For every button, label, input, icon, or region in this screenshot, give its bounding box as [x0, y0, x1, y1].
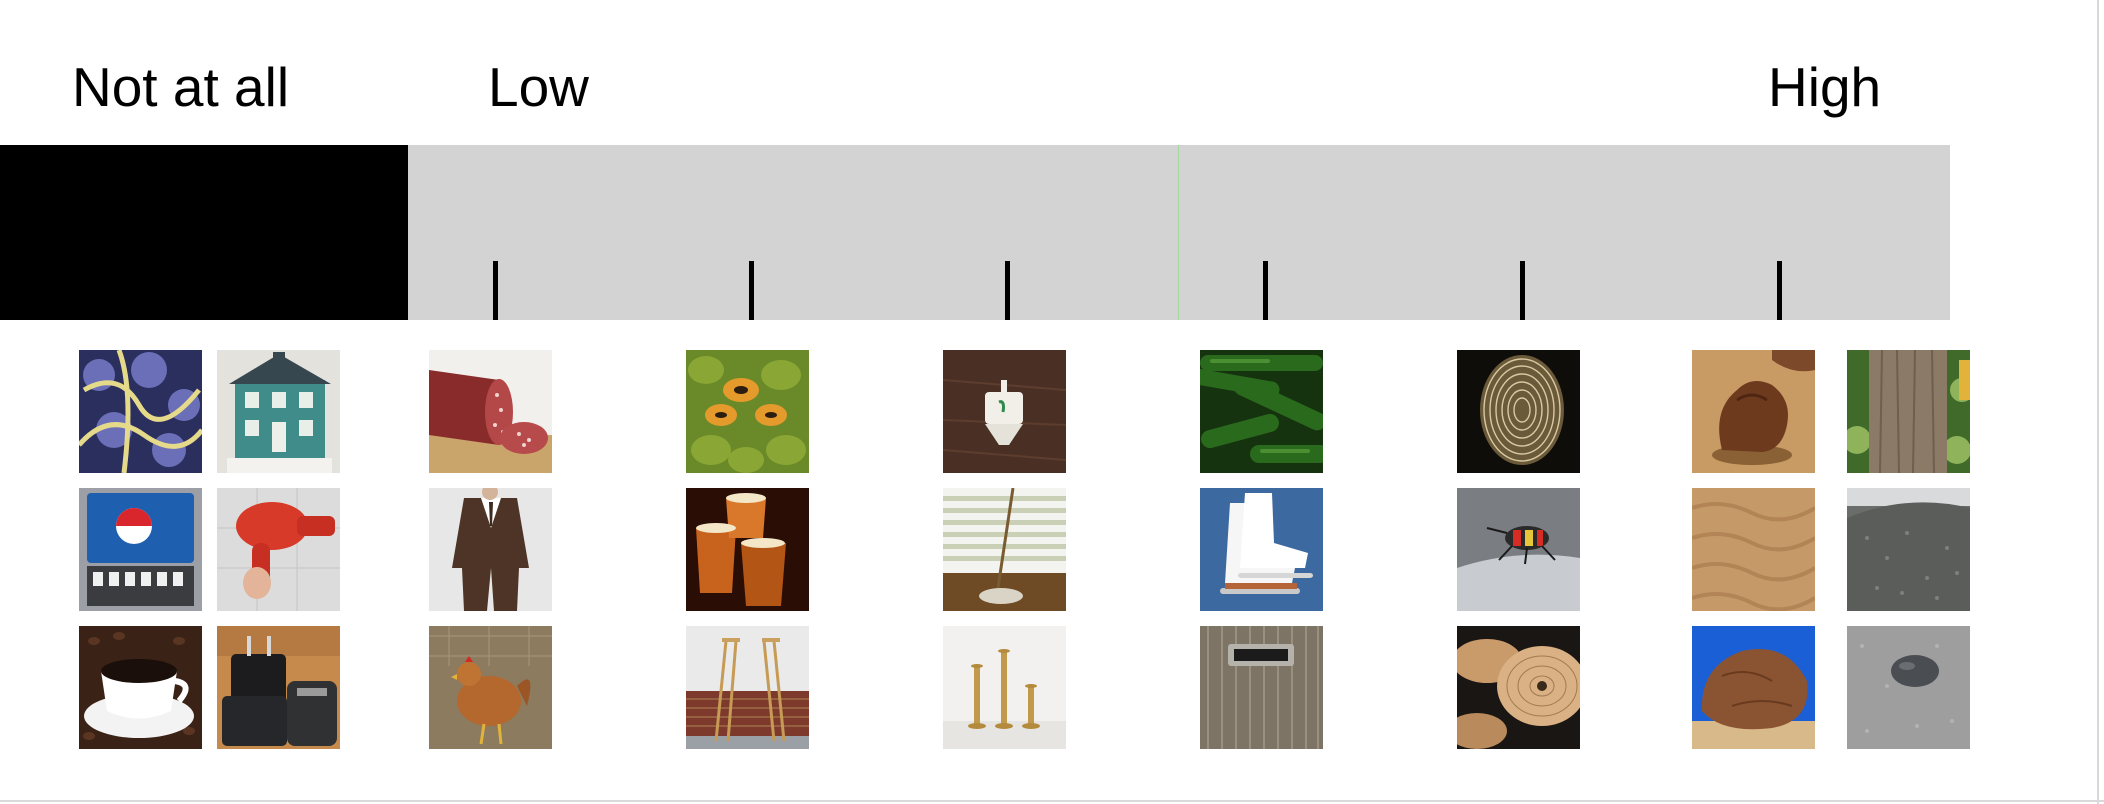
scale-tick [749, 261, 754, 320]
image-window-blinds[interactable] [943, 488, 1066, 611]
scale-tick [1005, 261, 1010, 320]
image-crutches[interactable] [686, 626, 809, 749]
image-fingerprint[interactable] [1457, 350, 1580, 473]
scale-tick [493, 261, 498, 320]
image-salami[interactable] [429, 350, 552, 473]
image-pebble[interactable] [1847, 626, 1970, 749]
frame-border-bottom [0, 800, 2104, 802]
image-papayas[interactable] [686, 350, 809, 473]
scale-label-not-at-all: Not at all [72, 56, 290, 118]
frame-border-right [2097, 0, 2099, 804]
image-gravel[interactable] [1847, 488, 1970, 611]
scale-tick [1263, 261, 1268, 320]
scale-tick [1520, 261, 1525, 320]
rating-slider-track[interactable] [408, 145, 1950, 320]
image-beetle[interactable] [1457, 488, 1580, 611]
image-cymbals[interactable] [1457, 626, 1580, 749]
scale-tick [1777, 261, 1782, 320]
image-suit[interactable] [429, 488, 552, 611]
image-chicken[interactable] [429, 626, 552, 749]
image-beer-glasses[interactable] [686, 488, 809, 611]
image-dollhouse[interactable] [217, 350, 340, 473]
image-dreidel[interactable] [943, 350, 1066, 473]
image-mail-slot[interactable] [1200, 626, 1323, 749]
image-clay-lump[interactable] [1692, 350, 1815, 473]
image-zucchini[interactable] [1200, 350, 1323, 473]
image-sand[interactable] [1692, 488, 1815, 611]
image-coffee-cup[interactable] [79, 626, 202, 749]
image-flowers-blue-gold[interactable] [79, 350, 202, 473]
image-hair-dryer[interactable] [217, 488, 340, 611]
scale-label-high: High [1768, 56, 1882, 118]
image-candlesticks[interactable] [943, 626, 1066, 749]
scale-label-low: Low [488, 56, 589, 118]
image-ice-skates[interactable] [1200, 488, 1323, 611]
not-at-all-block[interactable] [0, 145, 408, 320]
image-soda-fountain[interactable] [79, 488, 202, 611]
image-luggage[interactable] [217, 626, 340, 749]
image-tree-trunk[interactable] [1847, 350, 1970, 473]
slider-center-marker [1178, 145, 1179, 320]
image-boulder[interactable] [1692, 626, 1815, 749]
